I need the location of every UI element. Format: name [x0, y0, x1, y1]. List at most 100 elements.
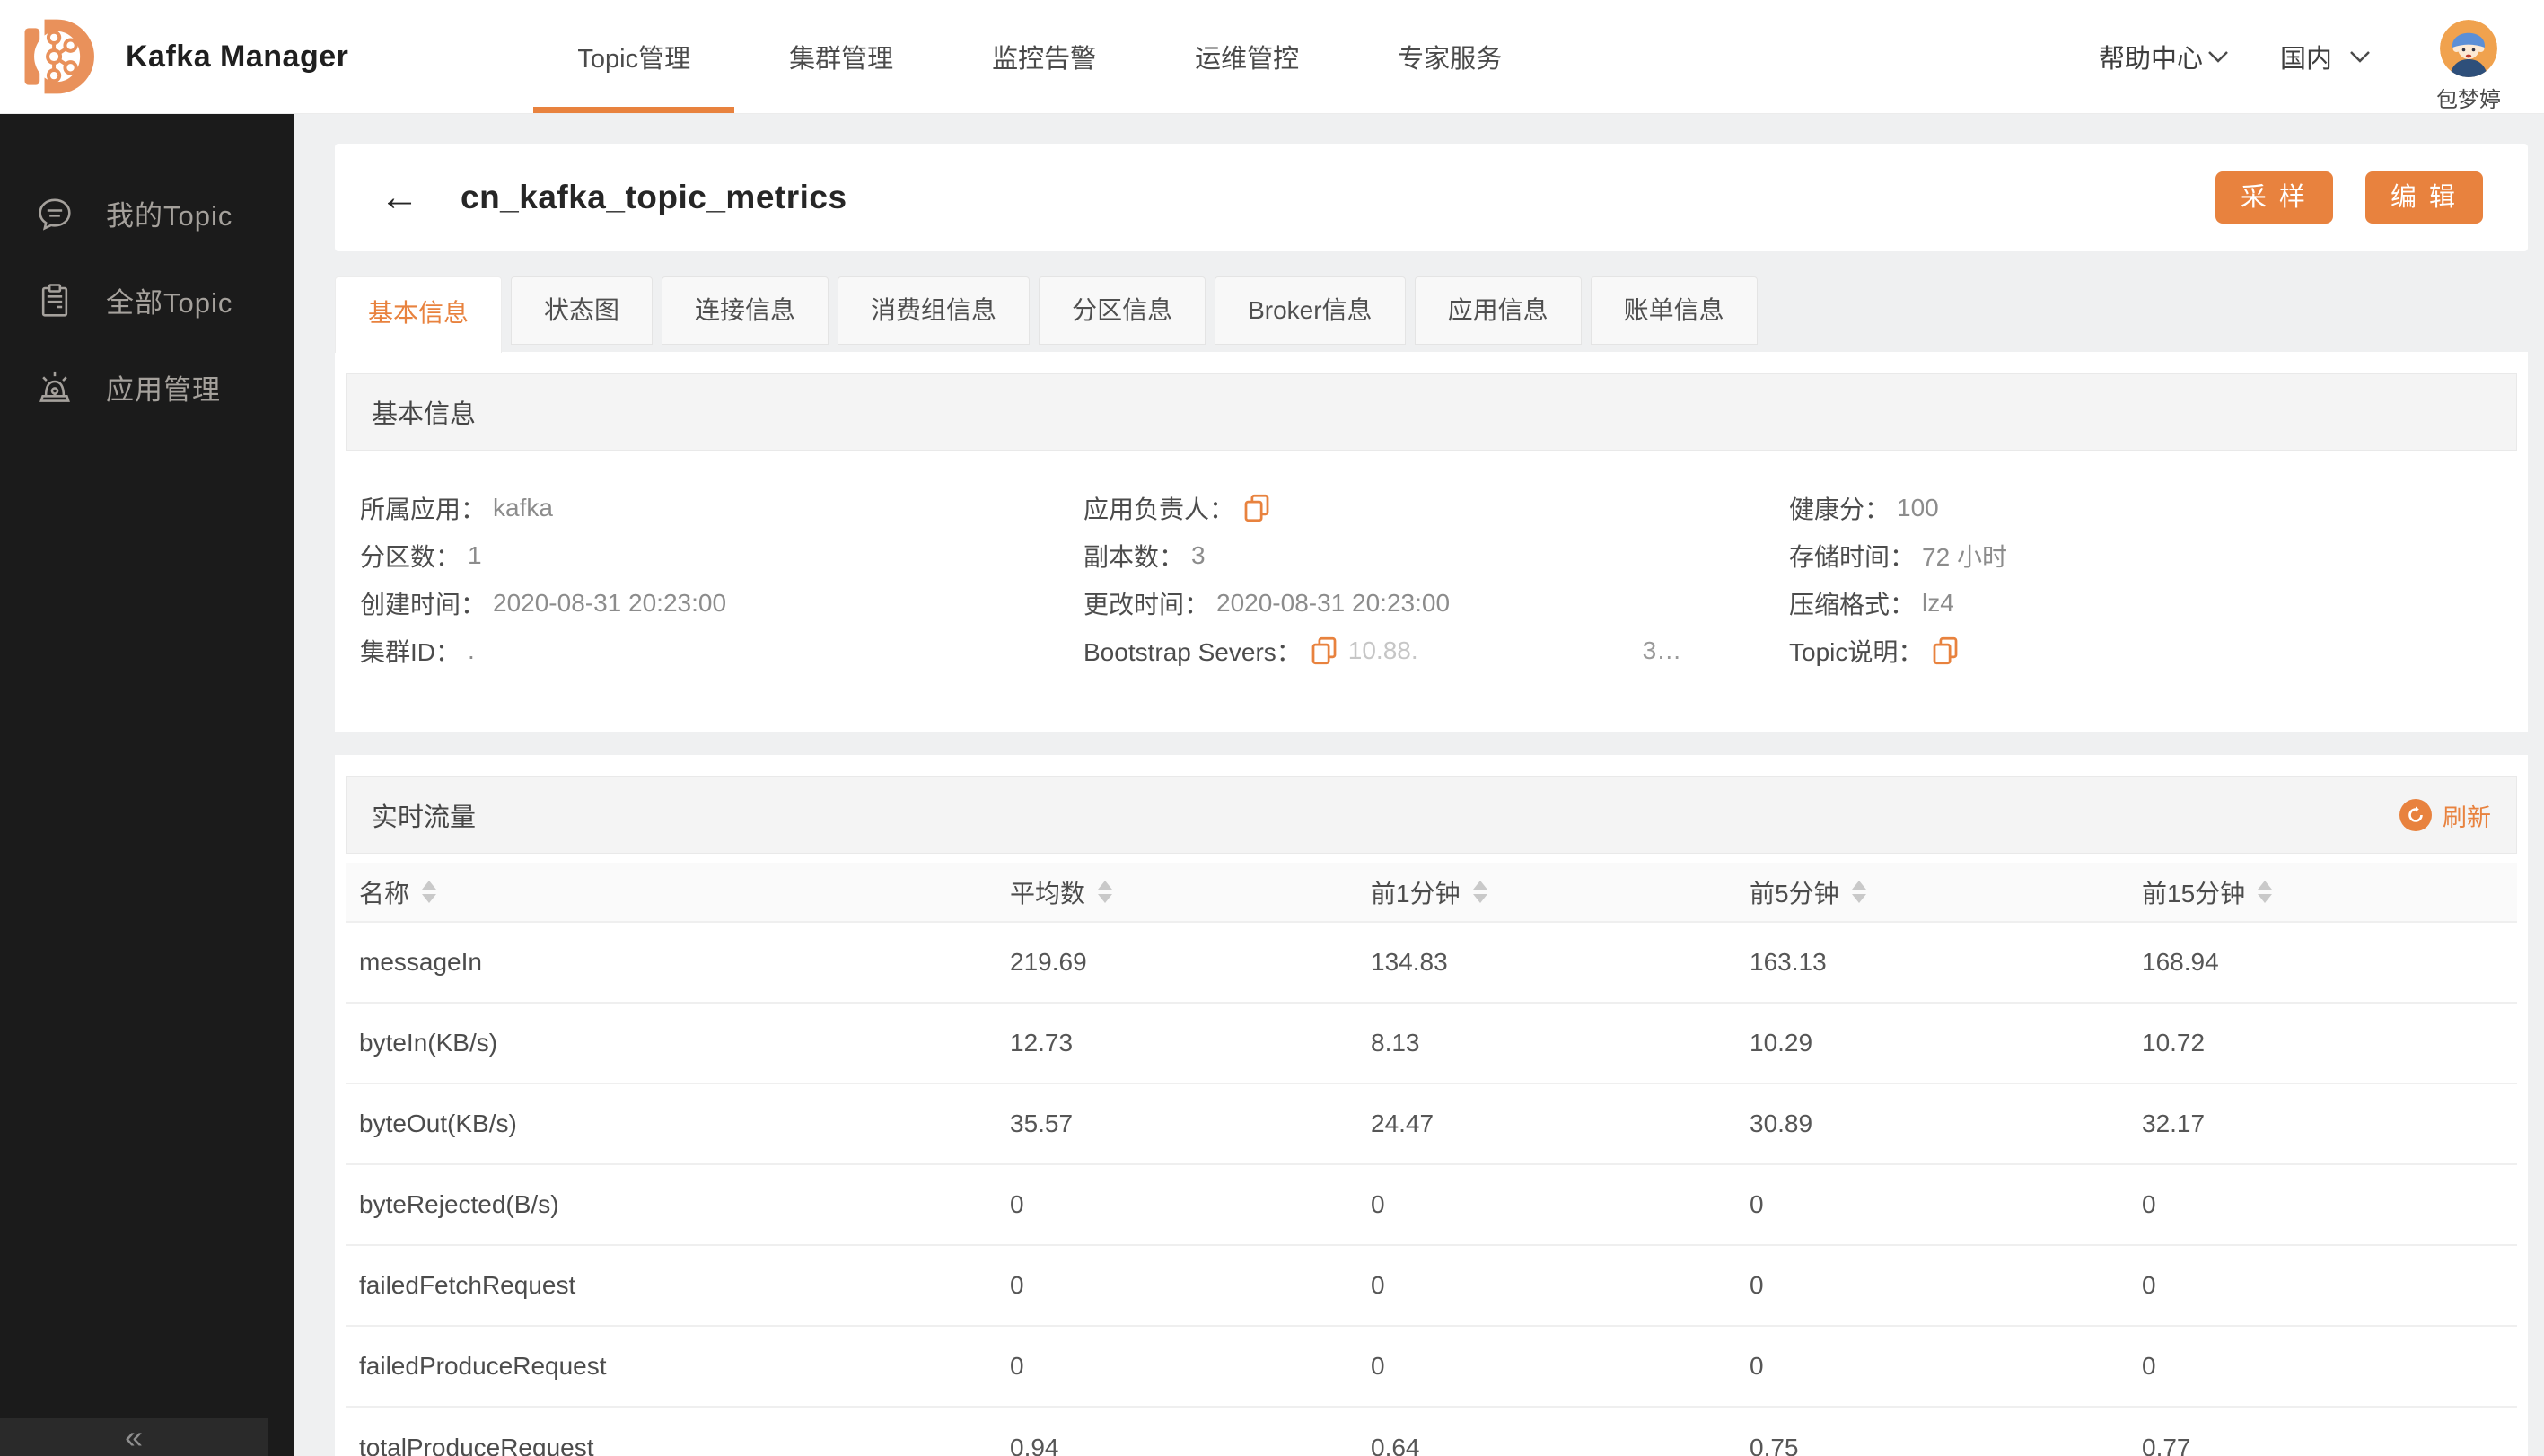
refresh-icon — [2399, 799, 2432, 831]
table-row: byteIn(KB/s) 12.73 8.13 10.29 10.72 — [346, 1002, 2517, 1083]
tab-broker-info[interactable]: Broker信息 — [1215, 276, 1406, 345]
cell-name: messageIn — [346, 921, 1010, 1003]
tab-consumer-group-info[interactable]: 消费组信息 — [838, 276, 1031, 345]
back-arrow-icon[interactable]: ← — [380, 178, 419, 217]
top-bar: Kafka Manager Topic管理 集群管理 监控告警 运维管控 专家服… — [0, 0, 2544, 114]
sidebar-collapse-button[interactable]: « — [0, 1418, 268, 1456]
cell-value: 10.29 — [1750, 1002, 2142, 1083]
copy-icon[interactable] — [1311, 636, 1338, 665]
realtime-traffic-card: 实时流量 刷新 名称 平均数 前1分钟 前5分钟 前15分钟 messageIn… — [335, 755, 2528, 1456]
sort-icon[interactable] — [2258, 881, 2273, 903]
nav-monitor-alert[interactable]: 监控告警 — [943, 0, 1145, 113]
cell-name: totalProduceRequest — [346, 1406, 1010, 1456]
sidebar-item-all-topic[interactable]: 全部Topic — [0, 257, 294, 344]
cell-value: 0 — [1371, 1244, 1750, 1326]
field-owner: 应用负责人： — [1083, 492, 1789, 524]
cell-value: 12.73 — [1010, 1002, 1371, 1083]
tab-app-info[interactable]: 应用信息 — [1414, 276, 1582, 345]
field-replicas: 副本数： 3 — [1083, 541, 1206, 571]
tab-partition-info[interactable]: 分区信息 — [1039, 276, 1206, 345]
field-topic-desc: Topic说明： — [1789, 635, 2503, 667]
table-row: byteOut(KB/s) 35.57 24.47 30.89 32.17 — [346, 1083, 2517, 1164]
sort-icon[interactable] — [1098, 881, 1113, 903]
field-update-time: 更改时间： 2020-08-31 20:23:00 — [1083, 589, 1451, 618]
nav-ops-control[interactable]: 运维管控 — [1145, 0, 1348, 113]
cell-value: 0 — [1750, 1163, 2142, 1245]
chevron-down-icon — [2350, 51, 2370, 63]
user-name: 包梦婷 — [2436, 88, 2501, 112]
field-compression: 压缩格式： lz4 — [1789, 589, 1954, 618]
cell-value: 134.83 — [1371, 921, 1750, 1003]
cell-value: 0 — [2142, 1163, 2517, 1245]
copy-icon[interactable] — [1243, 494, 1270, 522]
cell-name: byteRejected(B/s) — [346, 1163, 1010, 1245]
cell-value: 8.13 — [1371, 1002, 1750, 1083]
main-content: ← cn_kafka_topic_metrics 采 样 编 辑 基本信息 状态… — [335, 144, 2528, 1456]
user-menu[interactable]: 包梦婷 — [2436, 0, 2501, 113]
sidebar-item-app-manage[interactable]: 应用管理 — [0, 344, 294, 431]
cell-value: 219.69 — [1010, 921, 1371, 1003]
cell-name: byteOut(KB/s) — [346, 1083, 1010, 1164]
cell-value: 163.13 — [1750, 921, 2142, 1003]
cell-value: 30.89 — [1750, 1083, 2142, 1164]
cell-value: 0 — [2142, 1325, 2517, 1407]
cell-name: failedProduceRequest — [346, 1325, 1010, 1407]
basic-info-fields: 所属应用： kafka 分区数： 1 创建时间： 2020-08-31 20:23:0… — [346, 451, 2517, 721]
realtime-metrics-table: 名称 平均数 前1分钟 前5分钟 前15分钟 messageIn 219.69 … — [346, 863, 2517, 1456]
sidebar-item-my-topic[interactable]: 我的Topic — [0, 170, 294, 257]
refresh-button[interactable]: 刷新 — [2399, 798, 2491, 833]
top-nav: Topic管理 集群管理 监控告警 运维管控 专家服务 — [528, 0, 1551, 113]
sort-icon[interactable] — [1472, 881, 1487, 903]
cell-value: 0 — [1371, 1163, 1750, 1245]
field-retention: 存储时间： 72 小时 — [1789, 543, 2007, 571]
table-row: messageIn 219.69 134.83 163.13 168.94 — [346, 921, 2517, 1003]
cell-value: 0.94 — [1010, 1406, 1371, 1456]
cell-value: 0 — [1010, 1163, 1371, 1245]
basic-info-section-header: 基本信息 — [346, 373, 2517, 451]
sidebar: 我的Topic 全部Topic 应用管理 « — [0, 114, 294, 1456]
clipboard-icon — [41, 283, 68, 317]
table-row: failedFetchRequest 0 0 0 0 — [346, 1244, 2517, 1326]
collapse-icon: « — [124, 1418, 144, 1455]
tab-status-chart[interactable]: 状态图 — [511, 276, 654, 345]
field-app: 所属应用： kafka — [360, 494, 553, 523]
table-row: failedProduceRequest 0 0 0 0 — [346, 1325, 2517, 1407]
field-create-time: 创建时间： 2020-08-31 20:23:00 — [360, 589, 727, 618]
alarm-icon — [39, 371, 70, 402]
chevron-down-icon — [2208, 51, 2228, 63]
copy-icon[interactable] — [1932, 636, 1959, 665]
edit-button[interactable]: 编 辑 — [2364, 171, 2483, 224]
sort-icon[interactable] — [1851, 881, 1866, 903]
sort-icon[interactable] — [422, 881, 437, 903]
detail-tabs: 基本信息 状态图 连接信息 消费组信息 分区信息 Broker信息 应用信息 账… — [335, 276, 2528, 353]
page-title: cn_kafka_topic_metrics — [461, 179, 847, 215]
kafka-manager-logo-icon[interactable] — [22, 15, 101, 98]
table-row: totalProduceRequest 0.94 0.64 0.75 0.77 — [346, 1406, 2517, 1456]
realtime-section-header: 实时流量 刷新 — [346, 776, 2517, 854]
app-title: Kafka Manager — [126, 39, 349, 74]
tab-connection-info[interactable]: 连接信息 — [662, 276, 829, 345]
cell-value: 0 — [1750, 1325, 2142, 1407]
cell-value: 0.77 — [2142, 1406, 2517, 1456]
page-header: ← cn_kafka_topic_metrics 采 样 编 辑 — [335, 144, 2528, 251]
cell-value: 35.57 — [1010, 1083, 1371, 1164]
nav-expert-service[interactable]: 专家服务 — [1348, 0, 1551, 113]
field-partitions: 分区数： 1 — [360, 541, 482, 571]
tab-basic-info[interactable]: 基本信息 — [335, 276, 503, 353]
nav-topic-manage[interactable]: Topic管理 — [528, 0, 740, 113]
tab-billing-info[interactable]: 账单信息 — [1590, 276, 1758, 345]
cell-value: 0 — [1010, 1244, 1371, 1326]
sample-button[interactable]: 采 样 — [2215, 171, 2333, 224]
help-center-menu[interactable]: 帮助中心 — [2099, 38, 2230, 75]
cell-value: 32.17 — [2142, 1083, 2517, 1164]
cell-value: 24.47 — [1371, 1083, 1750, 1164]
field-bootstrap-servers: Bootstrap Severs： 10.88. 3… — [1083, 636, 1682, 666]
cell-value: 0 — [2142, 1244, 2517, 1326]
cell-name: byteIn(KB/s) — [346, 1002, 1010, 1083]
header-actions: 采 样 编 辑 — [2215, 171, 2483, 224]
nav-cluster-manage[interactable]: 集群管理 — [740, 0, 943, 113]
region-select[interactable]: 国内 — [2280, 38, 2372, 75]
field-cluster-id: 集群ID：. — [360, 636, 475, 666]
cell-value: 0 — [1010, 1325, 1371, 1407]
cell-value: 168.94 — [2142, 921, 2517, 1003]
